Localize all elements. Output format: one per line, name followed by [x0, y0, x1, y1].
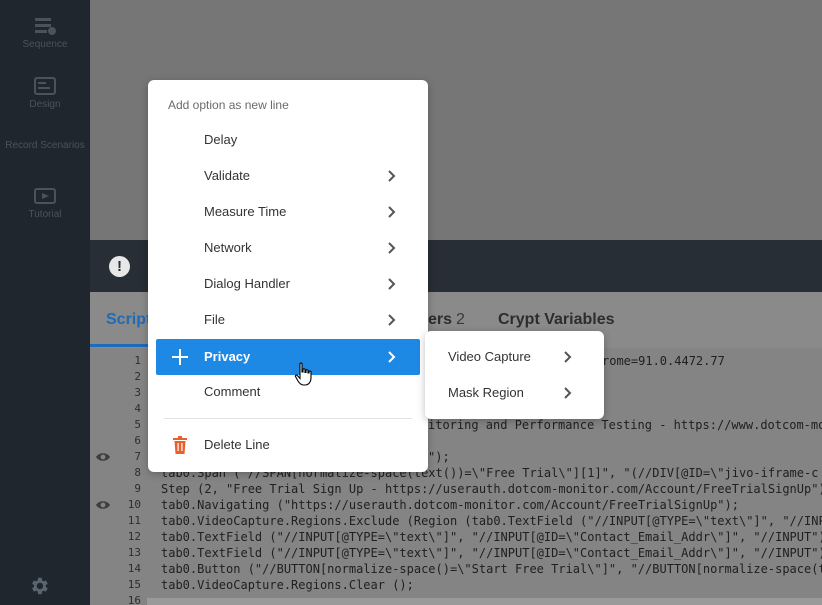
- code-text: tab0.TextField ("//INPUT[@TYPE=\"text\"]…: [161, 530, 822, 544]
- line-number: 11: [127, 514, 141, 527]
- line-number: 14: [127, 562, 141, 575]
- line-number: 13: [127, 546, 141, 559]
- sidebar-item-record[interactable]: Record Scenarios: [0, 136, 90, 151]
- menu-item-label: Delay: [204, 132, 238, 147]
- sidebar-item-label: Record Scenarios: [5, 140, 85, 151]
- submenu-item-mask-region[interactable]: Mask Region: [425, 375, 604, 411]
- line-number: 16: [127, 594, 141, 605]
- menu-item-delay[interactable]: Delay: [148, 122, 428, 158]
- sidebar-item-design[interactable]: Design: [0, 76, 90, 110]
- line-number: 3: [134, 386, 141, 399]
- menu-item-label: File: [204, 312, 225, 327]
- code-line: 11 tab0.VideoCapture.Regions.Exclude (Reg…: [90, 513, 822, 529]
- menu-item-validate[interactable]: Validate: [148, 158, 428, 194]
- menu-item-file[interactable]: File: [148, 302, 428, 338]
- menu-item-network[interactable]: Network: [148, 230, 428, 266]
- menu-divider: [164, 418, 412, 419]
- sidebar-item-sequence[interactable]: Sequence: [0, 16, 90, 50]
- eye-icon[interactable]: [95, 497, 111, 513]
- menu-header: Add option as new line: [168, 98, 289, 112]
- line-number: 5: [134, 418, 141, 431]
- chevron-right-icon: [564, 387, 572, 399]
- tab-users[interactable]: ers 2: [428, 311, 465, 329]
- code-line: 15 tab0.VideoCapture.Regions.Clear ();: [90, 577, 822, 593]
- chevron-right-icon: [388, 278, 396, 290]
- menu-item-label: Dialog Handler: [204, 276, 290, 291]
- code-text: tab0.VideoCapture.Regions.Clear ();: [161, 578, 414, 592]
- tab-users-count: 2: [456, 311, 465, 328]
- chevron-right-icon: [388, 351, 396, 363]
- code-line: 14 tab0.Button ("//BUTTON[normalize-space…: [90, 561, 822, 577]
- sidebar: Sequence Design Record Scenarios Tutoria…: [0, 0, 90, 605]
- gear-icon[interactable]: [28, 575, 50, 597]
- chevron-right-icon: [388, 206, 396, 218]
- code-text: Step (2, "Free Trial Sign Up - https://u…: [161, 482, 822, 496]
- line-number: 12: [127, 530, 141, 543]
- line-number: 1: [134, 354, 141, 367]
- code-text: rome=91.0.4472.77: [602, 354, 725, 368]
- chevron-right-icon: [388, 242, 396, 254]
- menu-item-privacy[interactable]: Privacy: [156, 339, 420, 375]
- code-text: tab0.Button ("//BUTTON[normalize-space()…: [161, 562, 822, 576]
- eye-icon[interactable]: [95, 449, 111, 465]
- menu-item-label: Measure Time: [204, 204, 287, 219]
- menu-item-delete-line[interactable]: Delete Line: [148, 427, 428, 463]
- sidebar-item-label: Tutorial: [28, 209, 62, 220]
- tutorial-icon: [34, 188, 56, 204]
- menu-item-dialog-handler[interactable]: Dialog Handler: [148, 266, 428, 302]
- code-line: 13 tab0.TextField ("//INPUT[@TYPE=\"text\…: [90, 545, 822, 561]
- active-tab-indicator: [90, 344, 156, 347]
- tab-crypt-variables[interactable]: Crypt Variables: [498, 311, 615, 329]
- tab-users-label: ers: [428, 311, 453, 328]
- horizontal-scrollbar[interactable]: [147, 598, 822, 605]
- line-number: 6: [134, 434, 141, 447]
- submenu-item-label: Mask Region: [448, 385, 524, 400]
- code-text: tab0.VideoCapture.Regions.Exclude (Regio…: [161, 514, 822, 528]
- submenu-item-label: Video Capture: [448, 349, 531, 364]
- code-text: tab0.Navigating ("https://userauth.dotco…: [161, 498, 739, 512]
- sidebar-item-label: Design: [29, 99, 61, 110]
- line-number: 4: [134, 402, 141, 415]
- submenu-item-video-capture[interactable]: Video Capture: [425, 339, 604, 375]
- code-line: 10 tab0.Navigating ("https://userauth.dot…: [90, 497, 822, 513]
- trash-icon: [173, 436, 187, 454]
- menu-item-label: Validate: [204, 168, 251, 183]
- context-menu: Add option as new line Delay Validate Me…: [148, 80, 428, 472]
- line-number: 15: [127, 578, 141, 591]
- sequence-icon: [35, 18, 56, 35]
- menu-item-label: Delete Line: [204, 437, 270, 452]
- code-text: itoring and Performance Testing - https:…: [428, 418, 822, 432]
- design-icon: [34, 77, 56, 95]
- chevron-right-icon: [564, 351, 572, 363]
- code-line: 9 Step (2, "Free Trial Sign Up - https://…: [90, 481, 822, 497]
- tab-script[interactable]: Script: [106, 311, 151, 329]
- code-text: ");: [428, 450, 450, 464]
- code-line: 12 tab0.TextField ("//INPUT[@TYPE=\"text\…: [90, 529, 822, 545]
- plus-icon: [172, 349, 188, 365]
- line-number: 8: [134, 466, 141, 479]
- sidebar-item-tutorial[interactable]: Tutorial: [0, 186, 90, 220]
- hand-cursor-icon: [294, 362, 312, 386]
- privacy-submenu: Video Capture Mask Region: [425, 331, 604, 419]
- sidebar-item-label: Sequence: [22, 39, 68, 50]
- line-number: 9: [134, 482, 141, 495]
- menu-item-label: Privacy: [204, 349, 251, 364]
- menu-item-measure-time[interactable]: Measure Time: [148, 194, 428, 230]
- menu-item-comment[interactable]: Comment: [148, 374, 428, 410]
- chevron-right-icon: [388, 170, 396, 182]
- line-number: 2: [134, 370, 141, 383]
- chevron-right-icon: [388, 314, 396, 326]
- info-icon: !: [109, 256, 130, 277]
- code-text: tab0.TextField ("//INPUT[@TYPE=\"text\"]…: [161, 546, 822, 560]
- menu-item-label: Comment: [204, 384, 261, 399]
- menu-item-label: Network: [204, 240, 252, 255]
